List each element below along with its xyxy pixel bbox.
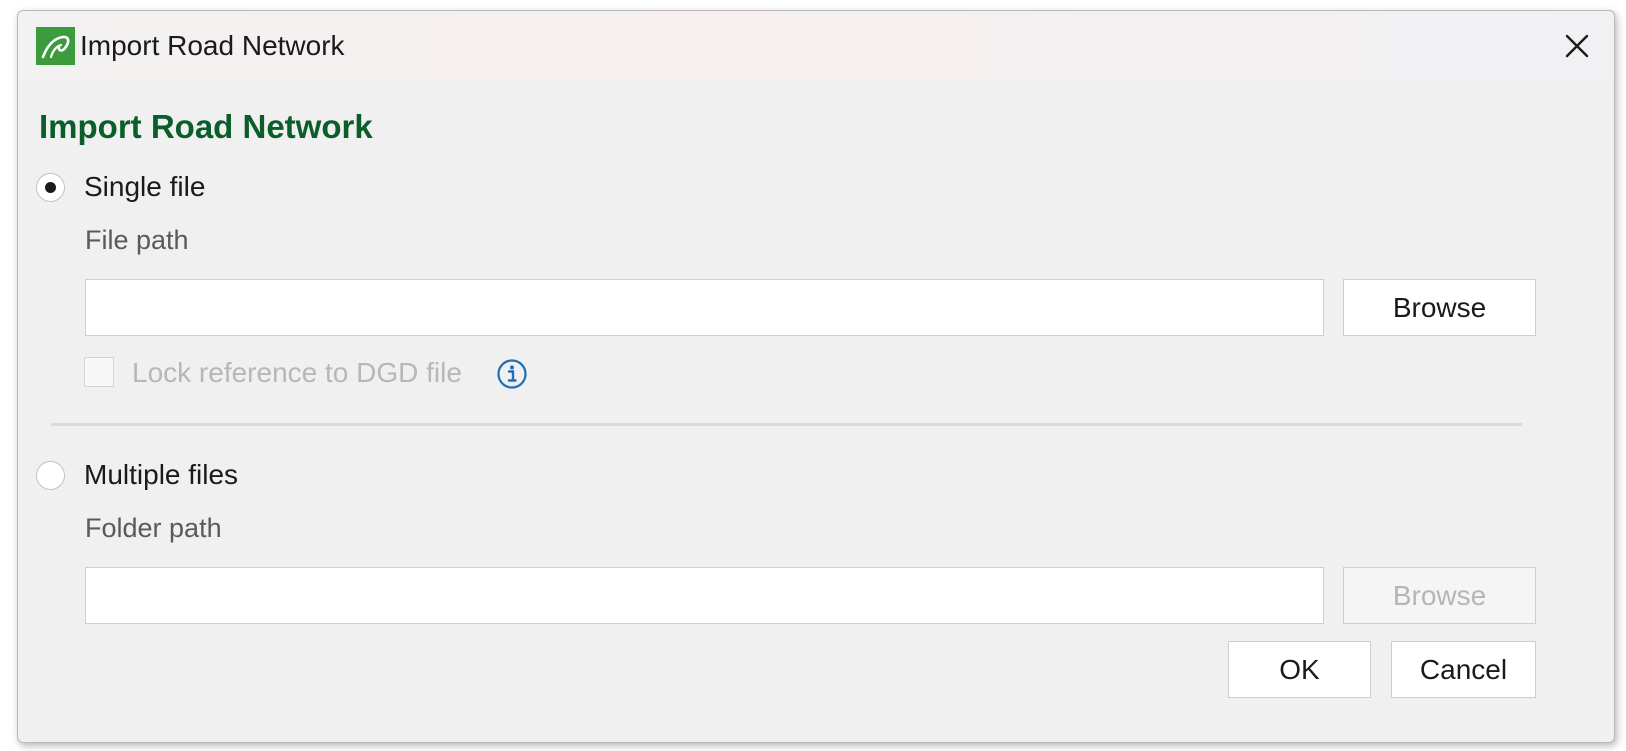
close-icon[interactable] [1552, 21, 1602, 71]
radio-selected-dot [44, 181, 56, 193]
lock-reference-label: Lock reference to DGD file [132, 357, 462, 388]
multiple-files-label[interactable]: Multiple files [84, 459, 238, 491]
road-leaf-icon [36, 27, 75, 65]
single-file-label[interactable]: Single file [84, 171, 205, 203]
folder-browse-button: Browse [1343, 567, 1536, 624]
single-file-radio[interactable] [36, 173, 65, 202]
folder-path-label: Folder path [85, 513, 222, 543]
lock-reference-checkbox [84, 357, 114, 387]
file-path-input[interactable] [85, 279, 1324, 336]
cancel-button[interactable]: Cancel [1391, 641, 1536, 698]
folder-path-input[interactable] [85, 567, 1324, 624]
window-title: Import Road Network [80, 30, 345, 61]
section-divider [51, 423, 1522, 426]
dialog-heading: Import Road Network [39, 108, 373, 145]
file-browse-button[interactable]: Browse [1343, 279, 1536, 336]
multiple-files-radio[interactable] [36, 461, 65, 490]
import-road-network-dialog: Import Road Network Import Road Network … [17, 10, 1615, 743]
ok-button[interactable]: OK [1228, 641, 1371, 698]
title-bar: Import Road Network [18, 11, 1614, 81]
info-icon[interactable] [496, 358, 528, 390]
file-path-label: File path [85, 225, 189, 255]
